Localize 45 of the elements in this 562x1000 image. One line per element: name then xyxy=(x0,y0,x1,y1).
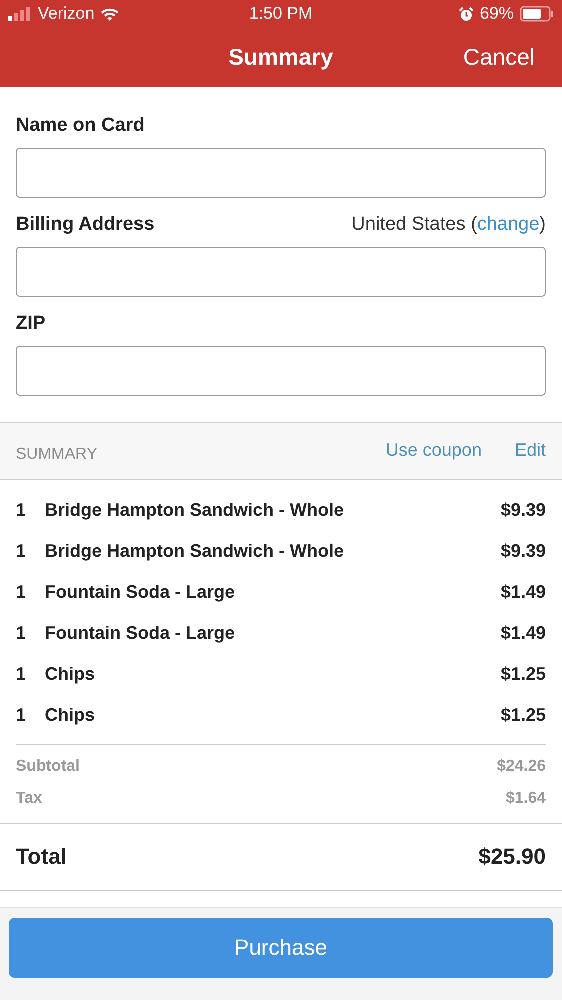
battery-icon xyxy=(520,6,554,22)
coupon-link[interactable]: Use coupon xyxy=(386,440,482,460)
subtotal-amount: $24.26 xyxy=(497,758,546,776)
change-link[interactable]: change xyxy=(477,214,540,235)
tax-label: Tax xyxy=(16,790,42,808)
item-quantity: 1 xyxy=(16,664,28,685)
item-price: $1.25 xyxy=(500,664,546,685)
subtotal-label: Subtotal xyxy=(16,758,80,776)
item-quantity: 1 xyxy=(16,500,28,521)
item-name: Bridge Hampton Sandwich - Whole xyxy=(45,541,344,562)
item-name: Chips xyxy=(45,705,96,726)
input-field[interactable] xyxy=(16,346,546,396)
item-price: $1.49 xyxy=(500,623,546,644)
screen-title: Summary xyxy=(228,44,334,71)
cancel-button[interactable]: Cancel xyxy=(463,44,535,71)
purchase-button[interactable]: Purchase xyxy=(9,918,553,978)
input-field[interactable] xyxy=(16,247,546,297)
item-price: $1.25 xyxy=(500,705,546,726)
alarm-icon xyxy=(458,6,474,22)
item-quantity: 1 xyxy=(16,623,28,644)
country-text: United States (change) xyxy=(352,214,546,236)
item-quantity: 1 xyxy=(16,582,28,603)
item-price: $1.49 xyxy=(500,582,546,603)
total-label: Total xyxy=(16,844,67,870)
total-amount: $25.90 xyxy=(478,844,546,870)
field-label: ZIP xyxy=(16,313,46,335)
battery-percent: 69% xyxy=(480,4,514,24)
field-label: Billing Address xyxy=(16,214,155,236)
carrier-name: Verizon xyxy=(38,4,95,24)
item-name: Fountain Soda - Large xyxy=(45,623,236,644)
item-quantity: 1 xyxy=(16,541,28,562)
field-label: Name on Card xyxy=(16,115,145,137)
clock-time: 1:50 PM xyxy=(249,4,313,23)
item-price: $9.39 xyxy=(500,541,546,562)
signal-icon xyxy=(8,7,32,21)
item-quantity: 1 xyxy=(16,705,28,726)
input-field[interactable] xyxy=(16,148,546,198)
item-name: Fountain Soda - Large xyxy=(45,582,236,603)
item-name: Bridge Hampton Sandwich - Whole xyxy=(45,500,344,521)
item-price: $9.39 xyxy=(500,500,546,521)
edit-link[interactable]: Edit xyxy=(514,440,546,460)
item-name: Chips xyxy=(45,664,96,685)
section-heading: SUMMARY xyxy=(16,446,98,464)
wifi-icon xyxy=(100,8,119,20)
tax-amount: $1.64 xyxy=(506,790,546,808)
